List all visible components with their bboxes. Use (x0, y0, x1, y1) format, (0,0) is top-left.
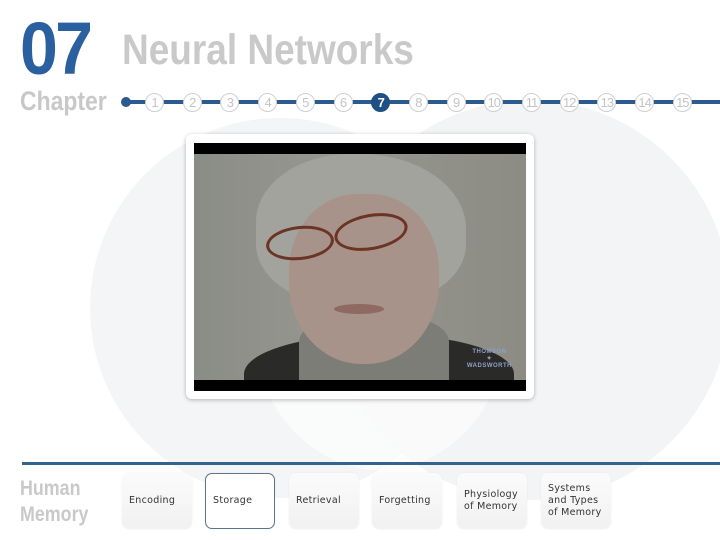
tab-forgetting[interactable]: Forgetting (372, 473, 442, 529)
section-label-line-1: Human (20, 477, 81, 500)
tab-retrieval[interactable]: Retrieval (289, 473, 359, 529)
watermark-line-1: THOMSON (472, 349, 507, 355)
video-player-frame: THOMSON ✦ WADSWORTH (186, 134, 534, 399)
section-label: Human Memory (20, 476, 88, 528)
step-4-button[interactable]: 4 (258, 93, 278, 112)
tab-systems-and-types-of-memory[interactable]: Systems and Types of Memory (541, 473, 611, 529)
chapter-number: 07 (20, 7, 93, 90)
step-1-button[interactable]: 1 (145, 93, 164, 112)
step-track-start-dot (121, 97, 131, 107)
step-3-button[interactable]: 3 (220, 93, 240, 112)
chapter-title: Neural Networks (122, 26, 414, 74)
step-9-button[interactable]: 9 (446, 93, 466, 112)
step-7-button[interactable]: 7 (371, 93, 391, 112)
tab-label: Storage (213, 495, 253, 506)
tab-storage[interactable]: Storage (205, 473, 275, 529)
footer-divider (22, 462, 720, 465)
step-2-button[interactable]: 2 (182, 93, 202, 112)
video-frame-interview: THOMSON ✦ WADSWORTH (194, 154, 526, 380)
video-player[interactable]: THOMSON ✦ WADSWORTH (194, 143, 526, 391)
section-label-line-2: Memory (20, 503, 89, 526)
step-11-button[interactable]: 11 (522, 93, 541, 112)
tab-label: Physiology of Memory (464, 489, 518, 512)
step-13-button[interactable]: 13 (597, 93, 617, 112)
tab-label: Retrieval (296, 495, 341, 506)
step-10-button[interactable]: 10 (484, 93, 504, 112)
step-15-button[interactable]: 15 (672, 93, 692, 112)
step-8-button[interactable]: 8 (408, 93, 428, 112)
watermark-line-3: WADSWORTH (466, 363, 512, 369)
chapter-label: Chapter (20, 86, 107, 116)
step-12-button[interactable]: 12 (559, 93, 579, 112)
step-14-button[interactable]: 14 (635, 93, 655, 112)
watermark-line-2: ✦ (486, 356, 493, 362)
step-6-button[interactable]: 6 (333, 93, 353, 112)
video-mouth (334, 304, 384, 314)
video-watermark: THOMSON ✦ WADSWORTH (467, 349, 512, 370)
tab-label: Systems and Types of Memory (548, 483, 602, 518)
tab-encoding[interactable]: Encoding (122, 473, 192, 529)
tab-label: Forgetting (379, 495, 431, 506)
tab-physiology-of-memory[interactable]: Physiology of Memory (457, 473, 527, 529)
tab-label: Encoding (129, 495, 176, 506)
step-5-button[interactable]: 5 (295, 93, 315, 112)
